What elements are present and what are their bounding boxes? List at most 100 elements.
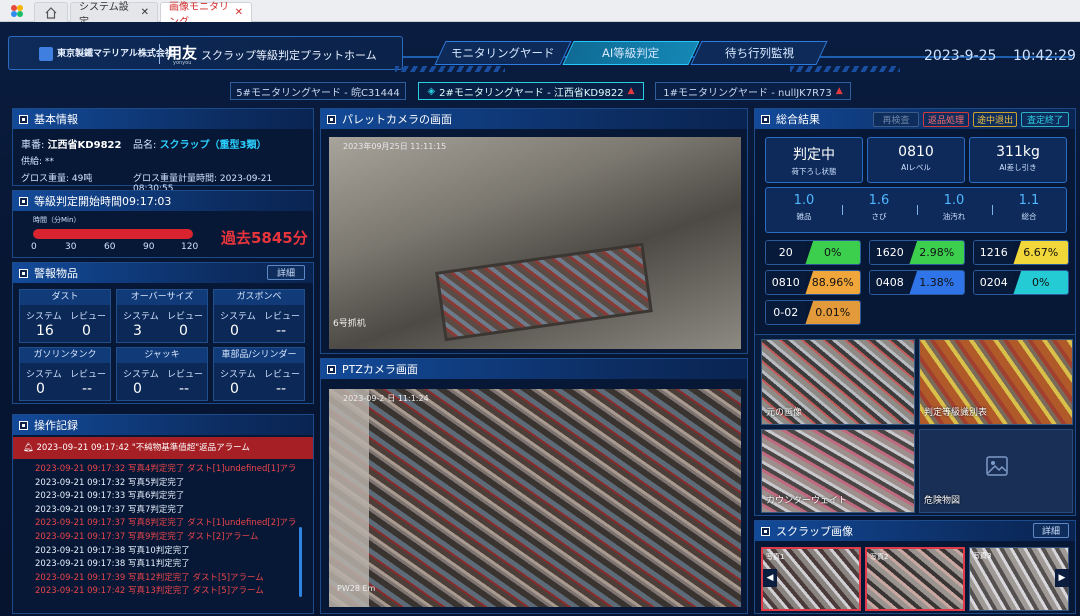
- metric-label: 雑品: [796, 212, 812, 221]
- gross-value: 49吨: [71, 174, 93, 184]
- rev-count: --: [82, 381, 93, 397]
- sys-label: システム: [123, 312, 159, 322]
- warning-item: ガスボンベ システム レビュー 0 --: [213, 289, 305, 343]
- panel-header: 等級判定開始時間09:17:03: [13, 191, 313, 211]
- item-value: スクラップ（重型3類）: [159, 140, 267, 151]
- gallery-panel: 元の画像 判定等級識別表 カウンターウェイト 危険物図: [754, 334, 1076, 516]
- card-label: 荷下ろし状態: [791, 167, 837, 176]
- nav-tab-queue[interactable]: 待ち行列監視: [690, 41, 828, 65]
- scrap-thumb[interactable]: 写真2: [865, 547, 965, 611]
- tick-90: 90: [143, 242, 155, 252]
- date-display: 2023-9-25: [924, 48, 997, 64]
- counterweight-thumb[interactable]: カウンターウェイト: [761, 429, 915, 513]
- metric-value: 1.0: [793, 193, 815, 208]
- close-icon[interactable]: ✕: [141, 7, 149, 18]
- rev-count: 0: [82, 323, 91, 339]
- grade-percent: 2.98%: [909, 241, 964, 264]
- panel-header: 操作記録: [13, 415, 313, 435]
- panel-header: 基本情報: [13, 109, 313, 129]
- platform-title: スクラップ等級判定プラットホーム: [201, 49, 377, 62]
- nav-label: AI等級判定: [602, 46, 660, 60]
- tick-120: 120: [181, 242, 199, 252]
- panel-title: 等級判定開始時間09:17:03: [34, 195, 172, 208]
- grade-code: 20: [766, 241, 806, 264]
- warning-item-name: ガソリンタンク: [20, 348, 110, 363]
- alarm-icon: ▲: [835, 86, 843, 96]
- timing-panel: 等級判定開始時間09:17:03 時間（分Min） 0 30 60 90 120…: [12, 190, 314, 258]
- rev-label: レビュー: [264, 370, 301, 380]
- panel-title: 警報物品: [34, 267, 78, 280]
- grade-item: 0810 88.96%: [765, 270, 861, 295]
- gross-time-label: グロス重量計量時間:: [133, 174, 218, 184]
- recheck-button[interactable]: 再検査: [873, 112, 919, 127]
- log-entry: 2023-09-21 09:17:32 写真5判定完了: [35, 477, 185, 488]
- brand-box: 東京製鐵マテリアル株式会社 用友 yonyou スクラップ等級判定プラットホーム: [8, 36, 403, 70]
- grade-percent: 6.67%: [1013, 241, 1068, 264]
- grade-table-thumb[interactable]: 判定等級識別表: [919, 339, 1073, 425]
- status-card: 判定中 荷下ろし状態: [765, 137, 863, 183]
- log-entry: 2023-09-21 09:17:33 写真6判定完了: [35, 491, 185, 502]
- grade-item: 0-02 0.01%: [765, 300, 861, 325]
- tab-system-settings[interactable]: システム設定✕: [70, 2, 158, 28]
- basic-info-panel: 基本情報 車番: 江西省KD9822 品名: スクラップ（重型3類） 供給: *…: [12, 108, 314, 194]
- scrollbar[interactable]: [299, 527, 302, 597]
- exit-midway-button[interactable]: 途中退出: [973, 112, 1017, 127]
- app-logo-icon: [10, 3, 24, 17]
- supplier-value: **: [44, 157, 54, 167]
- pallet-camera-feed[interactable]: 2023年09月25日 11:11:15 6号抓机: [329, 137, 741, 349]
- rev-label: レビュー: [167, 312, 204, 322]
- yard-tab-5[interactable]: 5#モニタリングヤード - 皖C31444: [230, 82, 406, 100]
- nav-label: モニタリングヤード: [451, 46, 555, 60]
- metric-label: 油汚れ: [942, 212, 966, 221]
- panel-header: スクラップ画像: [755, 521, 1075, 541]
- ptz-camera-panel: PTZカメラ画面 2023-09-2-日 11:1:24 PW28 Em: [320, 358, 748, 614]
- prev-arrow-icon[interactable]: ◀: [763, 569, 777, 587]
- grade-percent: 88.96%: [805, 271, 860, 294]
- panel-icon: [327, 114, 336, 124]
- yard-label: 2#モニタリングヤード - 江西省KD9822: [439, 87, 624, 99]
- nav-tab-yard[interactable]: モニタリングヤード: [434, 41, 572, 65]
- panel-title: 操作記録: [34, 419, 78, 432]
- grade-item: 1216 6.67%: [973, 240, 1069, 265]
- return-button[interactable]: 返品処理: [923, 112, 969, 127]
- scrap-thumb[interactable]: 写真3: [969, 547, 1069, 611]
- image-placeholder-icon: [986, 456, 1008, 476]
- brand-sub: yonyou: [173, 60, 192, 66]
- original-image-thumb[interactable]: 元の画像: [761, 339, 915, 425]
- sys-label: システム: [220, 370, 256, 380]
- dangerous-goods-thumb[interactable]: 危険物図: [919, 429, 1073, 513]
- tick-60: 60: [104, 242, 116, 252]
- supplier-label: 供給:: [21, 157, 43, 167]
- warning-detail-button[interactable]: 詳細: [267, 265, 305, 280]
- sys-count: 0: [230, 381, 239, 397]
- warning-item: オーバーサイズ システム レビュー 3 0: [116, 289, 208, 343]
- ai-level-card: 0810 AIレベル: [867, 137, 965, 183]
- next-arrow-icon[interactable]: ▶: [1055, 569, 1069, 587]
- tab-image-monitoring[interactable]: 画像モニタリング✕: [160, 2, 252, 28]
- grade-code: 1216: [974, 241, 1014, 264]
- warning-panel: 警報物品 詳細 ダスト システム レビュー 16 0 オーバーサイズ システム レ…: [12, 262, 314, 404]
- grade-percent: 0%: [805, 241, 860, 264]
- alarm-banner: 🔔︎ 2023–09–21 09:17:42 "不純物基準值超"返品アラーム: [13, 437, 313, 459]
- rev-label: レビュー: [167, 370, 204, 380]
- panel-icon: [19, 420, 28, 430]
- timing-unit: 時間（分Min）: [33, 216, 81, 224]
- scrap-detail-button[interactable]: 詳細: [1033, 523, 1069, 538]
- yard-tab-1[interactable]: 1#モニタリングヤード - nullJK7R73 ▲: [655, 82, 851, 100]
- rev-label: レビュー: [264, 312, 301, 322]
- metric-label: さび: [871, 212, 887, 221]
- home-tab[interactable]: [34, 2, 68, 22]
- sys-count: 0: [230, 323, 239, 339]
- finish-assessment-button[interactable]: 査定終了: [1021, 112, 1069, 127]
- log-entry: 2023-09-21 09:17:37 写真9判定完了 ダスト[2]アラーム: [35, 531, 259, 542]
- yard-tab-2[interactable]: ◈ 2#モニタリングヤード - 江西省KD9822 ▲: [418, 82, 644, 100]
- metric-item: 1.1 総合: [994, 193, 1064, 222]
- grade-item: 0408 1.38%: [869, 270, 965, 295]
- card-value: 0810: [898, 144, 934, 160]
- nav-tab-ai-grade[interactable]: AI等級判定: [562, 41, 700, 65]
- gross-label: グロス重量:: [21, 174, 70, 184]
- sys-label: システム: [26, 312, 62, 322]
- scrap-panel: スクラップ画像 詳細 写真1 写真2 写真3 ◀ ▶: [754, 520, 1076, 614]
- close-icon[interactable]: ✕: [235, 7, 243, 18]
- ptz-camera-feed[interactable]: 2023-09-2-日 11:1:24 PW28 Em: [329, 389, 741, 607]
